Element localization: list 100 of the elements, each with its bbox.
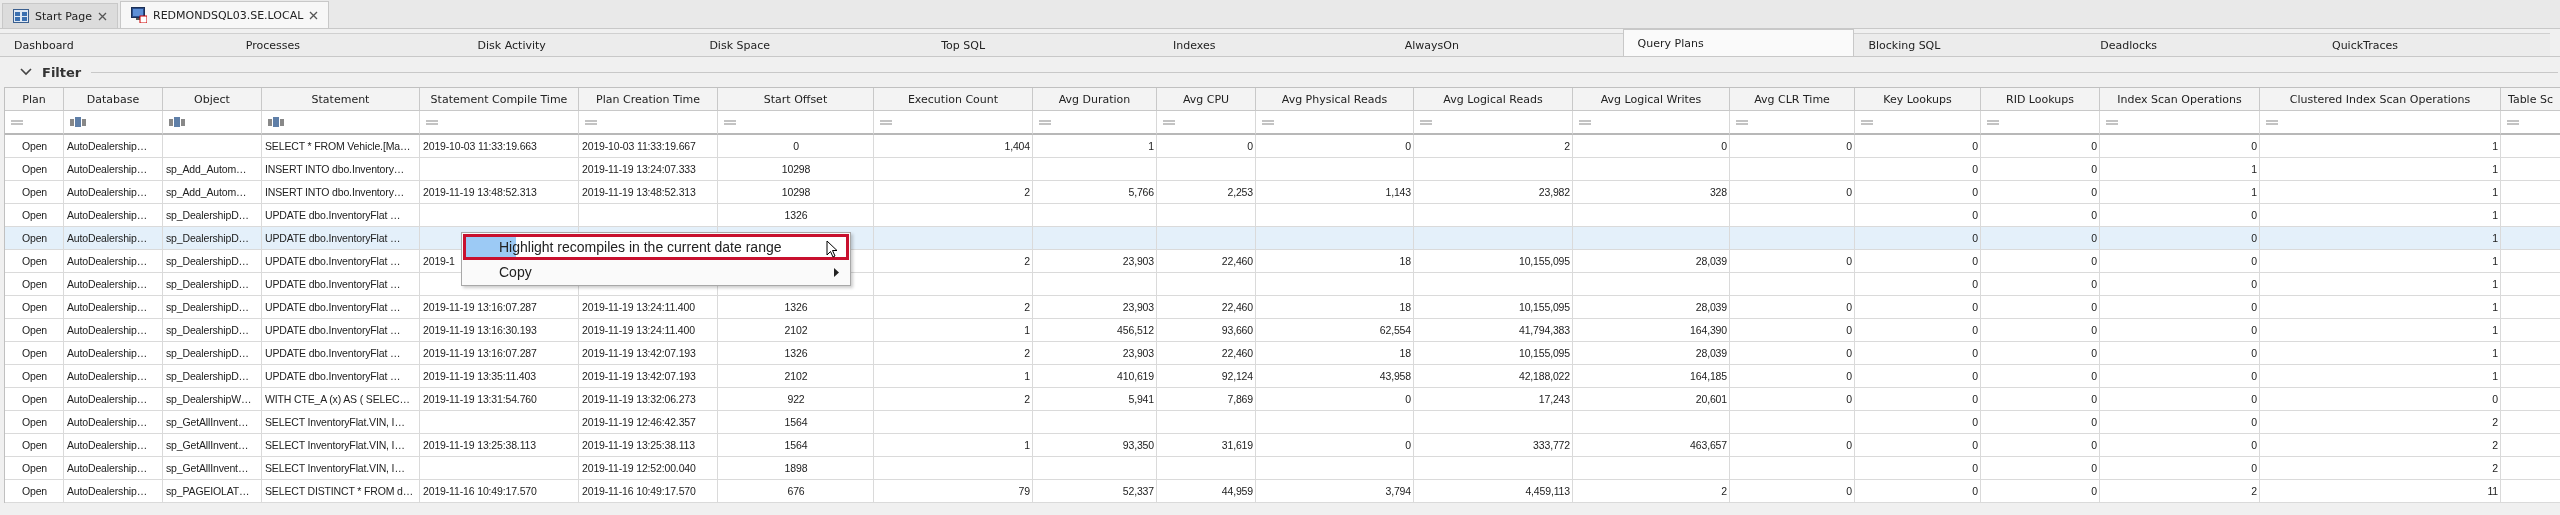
column-header[interactable]: Execution Count	[874, 88, 1033, 111]
equals-icon	[1163, 119, 1175, 125]
nav-tab[interactable]: Top SQL	[927, 33, 1159, 56]
open-link[interactable]: Open	[21, 255, 48, 267]
column-header[interactable]: Key Lookups	[1855, 88, 1981, 111]
open-link[interactable]: Open	[21, 301, 48, 313]
column-header[interactable]: Avg CPU	[1157, 88, 1256, 111]
filter-cell[interactable]	[163, 111, 262, 135]
table-cell: 0	[1405, 140, 1411, 152]
table-row[interactable]: Open AutoDealership… sp_DealershipD… UPDATE dbo.InventoryFlat … 2019-11-19 13:16:30.193 2019-11-19 13:24:11.400 2102 1 456,512 93,660 62,554 41,794,383 164,390 0 0 0 0 1	[5, 319, 2560, 342]
nav-tab[interactable]: Disk Activity	[463, 33, 696, 56]
filter-cell[interactable]	[2260, 111, 2501, 135]
filter-cell[interactable]	[5, 111, 64, 135]
nav-tab[interactable]: Deadlocks	[2086, 33, 2318, 56]
column-header[interactable]: Start Offset	[718, 88, 874, 111]
table-cell: 0	[2091, 485, 2097, 497]
filter-cell[interactable]	[1981, 111, 2100, 135]
open-link[interactable]: Open	[21, 324, 48, 336]
table-cell: sp_Add_Autom…	[166, 186, 247, 198]
table-row[interactable]: Open AutoDealership… sp_Add_Autom… INSERT INTO dbo.Inventory… 2019-11-19 13:24:07.333 10298 0 0 1 1	[5, 158, 2560, 181]
open-link[interactable]: Open	[21, 462, 48, 474]
column-header[interactable]: Database	[64, 88, 163, 111]
column-header[interactable]: RID Lookups	[1981, 88, 2100, 111]
open-link[interactable]: Open	[21, 347, 48, 359]
column-header[interactable]: Object	[163, 88, 262, 111]
column-header[interactable]: Statement	[262, 88, 420, 111]
close-icon[interactable]	[309, 10, 319, 20]
table-row[interactable]: Open AutoDealership… sp_GetAllInvent… SELECT InventoryFlat.VIN, I… 2019-11-19 12:52:00.040 1898 0 0 0 2	[5, 457, 2560, 480]
table-row[interactable]: Open AutoDealership… sp_DealershipD… UPDATE dbo.InventoryFlat … 2019-11-19 13:35:11.403 2019-11-19 13:42:07.193 2102 1 410,619 92,124 43,958 42,188,022 164,185 0 0 0 0 1	[5, 365, 2560, 388]
table-row[interactable]: Open AutoDealership… sp_DealershipD… UPDATE dbo.InventoryFlat … 2019-11-19 13:16:07.287 2019-11-19 13:42:07.193 1326 2 23,903 22,460 18 10,155,095 28,039 0 0 0 0 1	[5, 342, 2560, 365]
column-header[interactable]: Avg Logical Reads	[1414, 88, 1573, 111]
nav-tab[interactable]: AlwaysOn	[1390, 33, 1623, 56]
open-link[interactable]: Open	[21, 416, 48, 428]
table-cell: 43,958	[1379, 370, 1411, 382]
filter-cell[interactable]	[64, 111, 163, 135]
column-header[interactable]: Avg CLR Time	[1730, 88, 1855, 111]
table-cell: 2019-11-19 13:35:11.403	[423, 370, 536, 382]
close-icon[interactable]	[98, 11, 107, 21]
table-cell: 1	[1024, 324, 1030, 336]
filter-cell[interactable]	[1157, 111, 1256, 135]
document-tab[interactable]: Start Page	[2, 3, 118, 28]
table-cell: 1	[1024, 439, 1030, 451]
nav-tab[interactable]: Query Plans	[1622, 29, 1855, 56]
table-row[interactable]: Open AutoDealership… sp_Add_Autom… INSERT INTO dbo.Inventory… 2019-11-19 13:48:52.313 2019-11-19 13:48:52.313 10298 2 5,766 2,253 1,143 23,982 328 0 0 0 1 1	[5, 181, 2560, 204]
column-header[interactable]: Avg Duration	[1033, 88, 1157, 111]
column-header[interactable]: Clustered Index Scan Operations	[2260, 88, 2501, 111]
nav-tab[interactable]: Blocking SQL	[1854, 33, 2087, 56]
open-link[interactable]: Open	[21, 485, 48, 497]
table-row[interactable]: Open AutoDealership… sp_GetAllInvent… SELECT InventoryFlat.VIN, I… 2019-11-19 13:25:38.113 2019-11-19 13:25:38.113 1564 1 93,350 31,619 0 333,772 463,657 0 0 0 0 2	[5, 434, 2560, 457]
filter-cell[interactable]	[1256, 111, 1414, 135]
table-cell: sp_GetAllInvent…	[166, 439, 249, 451]
filter-cell[interactable]	[262, 111, 420, 135]
nav-tab[interactable]: Disk Space	[695, 33, 928, 56]
open-link[interactable]: Open	[21, 140, 48, 152]
column-header[interactable]: Avg Logical Writes	[1573, 88, 1730, 111]
table-cell: 2019-11-19 13:24:11.400	[582, 301, 695, 313]
filter-cell[interactable]	[1573, 111, 1730, 135]
chevron-icon[interactable]	[20, 68, 32, 76]
filter-cell[interactable]	[420, 111, 579, 135]
nav-tab[interactable]: Indexes	[1159, 33, 1391, 56]
table-cell: 0	[1972, 255, 1978, 267]
table-row[interactable]: Open AutoDealership… SELECT * FROM Vehicle.[Ma… 2019-10-03 11:33:19.663 2019-10-03 11:33:19.667 0 1,404 1 0 0 2 0 0 0 0 0 1	[5, 135, 2560, 158]
open-link[interactable]: Open	[21, 278, 48, 290]
table-cell: 2019-11-19 13:24:07.333	[582, 163, 696, 175]
nav-tab[interactable]: Dashboard	[0, 33, 232, 56]
table-cell: 93,660	[1221, 324, 1253, 336]
filter-cell[interactable]	[1414, 111, 1573, 135]
filter-cell[interactable]	[579, 111, 718, 135]
filter-cell[interactable]	[718, 111, 874, 135]
column-header[interactable]: Index Scan Operations	[2100, 88, 2260, 111]
table-cell: 18	[1399, 347, 1411, 359]
nav-tab[interactable]: Processes	[231, 33, 464, 56]
table-row[interactable]: Open AutoDealership… sp_PAGEIOLAT… SELECT DISTINCT * FROM d… 2019-11-16 10:49:17.570 2019-11-16 10:49:17.570 676 79 52,337 44,959 3,794 4,459,113 2 0 0 0 2 11	[5, 480, 2560, 503]
filter-cell[interactable]	[1033, 111, 1157, 135]
column-header[interactable]: Plan Creation Time	[579, 88, 718, 111]
table-cell: 2019-11-19 12:52:00.040	[582, 462, 696, 474]
table-cell: 2019-11-19 13:25:38.113	[582, 439, 695, 451]
column-header[interactable]: Statement Compile Time	[420, 88, 579, 111]
open-link[interactable]: Open	[21, 439, 48, 451]
menu-item[interactable]: Highlight recompiles in the current date range	[463, 234, 849, 260]
open-link[interactable]: Open	[21, 393, 48, 405]
nav-tab[interactable]: QuickTraces	[2317, 33, 2550, 56]
table-cell: 2	[1564, 140, 1570, 152]
filter-cell[interactable]	[2100, 111, 2260, 135]
table-row[interactable]: Open AutoDealership… sp_DealershipD… UPDATE dbo.InventoryFlat … 2019-11-19 13:16:07.287 2019-11-19 13:24:11.400 1326 2 23,903 22,460 18 10,155,095 28,039 0 0 0 0 1	[5, 296, 2560, 319]
table-row[interactable]: Open AutoDealership… sp_DealershipW… WITH CTE_A (x) AS ( SELEC… 2019-11-19 13:31:54.760 2019-11-19 13:32:06.273 922 2 5,941 7,869 0 17,243 20,601 0 0 0 0 0	[5, 388, 2560, 411]
column-header[interactable]: Avg Physical Reads	[1256, 88, 1414, 111]
column-header[interactable]: Plan	[5, 88, 64, 111]
column-header[interactable]: Table Sc	[2501, 88, 2560, 111]
filter-cell[interactable]	[1730, 111, 1855, 135]
table-cell: 0	[2251, 232, 2257, 244]
table-row[interactable]: Open AutoDealership… sp_GetAllInvent… SELECT InventoryFlat.VIN, I… 2019-11-19 12:46:42.357 1564 0 0 0 2	[5, 411, 2560, 434]
filter-cell[interactable]	[1855, 111, 1981, 135]
document-tab[interactable]: REDMONDSQL03.SE.LOCAL	[120, 1, 330, 28]
open-link[interactable]: Open	[21, 209, 48, 221]
open-link[interactable]: Open	[21, 370, 48, 382]
open-link[interactable]: Open	[21, 163, 48, 175]
filter-cell[interactable]	[874, 111, 1033, 135]
open-link[interactable]: Open	[21, 186, 48, 198]
open-link[interactable]: Open	[21, 232, 48, 244]
